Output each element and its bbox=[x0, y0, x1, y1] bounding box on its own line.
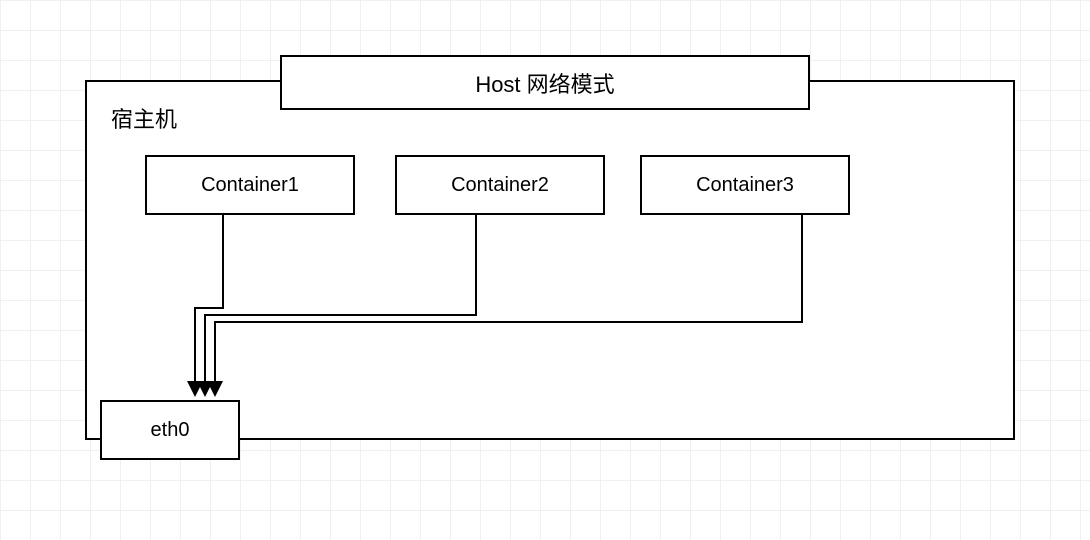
host-box: 宿主机 bbox=[85, 80, 1015, 440]
container-2-label: Container2 bbox=[451, 174, 549, 197]
container-1-label: Container1 bbox=[201, 174, 299, 197]
container-3-box: Container3 bbox=[640, 155, 850, 215]
container-1-box: Container1 bbox=[145, 155, 355, 215]
container-3-label: Container3 bbox=[696, 174, 794, 197]
title-box: Host 网络模式 bbox=[280, 55, 810, 110]
eth0-box: eth0 bbox=[100, 400, 240, 460]
title-text: Host 网络模式 bbox=[475, 67, 614, 99]
container-2-box: Container2 bbox=[395, 155, 605, 215]
eth0-label: eth0 bbox=[151, 419, 190, 442]
diagram-canvas: 宿主机 Host 网络模式 Container1 Container2 Cont… bbox=[0, 0, 1090, 540]
